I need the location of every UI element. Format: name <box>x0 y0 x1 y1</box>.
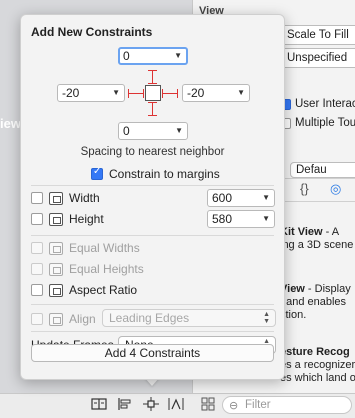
aspect-ratio-label: Aspect Ratio <box>69 283 138 297</box>
equal-heights-label: Equal Heights <box>69 262 144 276</box>
chevron-down-icon[interactable]: ▼ <box>262 211 270 227</box>
right-strut-cap <box>162 89 163 98</box>
multiple-touch-row[interactable]: Multiple Tou <box>280 117 355 129</box>
height-checkbox[interactable] <box>31 213 43 225</box>
bottom-constraint-strut[interactable] <box>152 102 153 116</box>
right-strut-cap <box>177 89 178 98</box>
aspect-ratio-row[interactable]: Aspect Ratio <box>31 283 137 297</box>
align-row: Align <box>31 312 96 326</box>
right-constraint-strut[interactable] <box>162 93 178 94</box>
align-label: Align <box>69 312 96 326</box>
filter-input[interactable]: ⊖ Filter <box>222 396 352 414</box>
equal-heights-checkbox <box>31 263 43 275</box>
constrain-to-margins-label: Constrain to margins <box>109 167 220 181</box>
width-constraint-icon <box>49 191 63 205</box>
left-constraint-strut[interactable] <box>128 93 144 94</box>
chevron-down-icon[interactable]: ▼ <box>262 190 270 206</box>
add-constraints-button[interactable]: Add 4 Constraints <box>31 344 274 362</box>
separator <box>31 304 274 305</box>
user-interaction-label: User Interac <box>295 98 355 110</box>
right-spacing-value: -20 <box>187 86 205 100</box>
top-spacing-field[interactable]: 0 ▼ <box>118 47 188 65</box>
aspect-ratio-icon <box>49 283 63 297</box>
height-label: Height <box>69 212 104 226</box>
equal-heights-icon <box>49 262 63 276</box>
equal-widths-checkbox <box>31 242 43 254</box>
library-grid-icon[interactable] <box>199 397 217 413</box>
content-mode-popup[interactable]: Scale To Fill <box>281 25 355 45</box>
canvas-view-label: iew <box>0 116 21 131</box>
pin-constraints-icon[interactable] <box>142 397 160 413</box>
left-strut-cap <box>128 89 129 98</box>
left-strut-cap <box>143 89 144 98</box>
filter-placeholder: Filter <box>245 399 271 411</box>
align-select-value: Leading Edges <box>109 311 190 325</box>
equal-widths-row: Equal Widths <box>31 241 140 255</box>
spacing-label: Spacing to nearest neighbor <box>80 146 225 158</box>
left-spacing-value: -20 <box>62 86 80 100</box>
equal-widths-icon <box>49 241 63 255</box>
left-spacing-field[interactable]: -20 ▼ <box>57 84 125 102</box>
width-row[interactable]: Width <box>31 191 100 205</box>
width-checkbox[interactable] <box>31 192 43 204</box>
separator <box>31 185 274 186</box>
equal-widths-label: Equal Widths <box>69 241 140 255</box>
chevron-down-icon[interactable]: ▼ <box>175 123 183 139</box>
width-value: 600 <box>212 191 233 205</box>
align-select: Leading Edges ▲ ▼ <box>102 309 276 327</box>
width-label: Width <box>69 191 100 205</box>
bottom-spacing-field[interactable]: 0 ▼ <box>118 122 188 140</box>
constraint-target-view <box>145 85 161 101</box>
code-snippet-library-tab[interactable]: {} <box>300 181 309 196</box>
align-icon[interactable] <box>116 397 134 413</box>
stack-views-icon[interactable] <box>90 397 108 413</box>
inspector-default-popup[interactable]: Defau <box>290 162 355 178</box>
bottom-strut-cap <box>148 102 157 103</box>
bottom-spacing-value: 0 <box>123 124 130 138</box>
align-icon <box>49 312 63 326</box>
chevron-down-icon[interactable]: ▼ <box>237 85 245 101</box>
height-value-field[interactable]: 580 ▼ <box>207 210 275 228</box>
width-value-field[interactable]: 600 ▼ <box>207 189 275 207</box>
resolve-issues-icon[interactable] <box>167 397 185 413</box>
height-constraint-icon <box>49 212 63 226</box>
constrain-to-margins-row[interactable]: Constrain to margins <box>91 166 220 181</box>
library-item[interactable]: View - Display t and enables ction. <box>280 283 355 322</box>
chevron-down-icon[interactable]: ▼ <box>112 85 120 101</box>
add-constraints-popover: Add New Constraints 0 ▼ -20 ▼ -20 ▼ 0 ▼ … <box>20 14 285 380</box>
separator <box>31 235 274 236</box>
updown-chevron-icon: ▲ ▼ <box>263 311 270 325</box>
aspect-ratio-checkbox[interactable] <box>31 284 43 296</box>
multiple-touch-label: Multiple Tou <box>295 117 355 129</box>
library-item[interactable]: Kit View - A ing a 3D scene <box>280 226 355 252</box>
top-constraint-strut[interactable] <box>152 70 153 84</box>
filter-icon: ⊖ <box>229 400 239 412</box>
object-library-tab[interactable]: ◎ <box>330 181 341 197</box>
constrain-to-margins-checkbox[interactable] <box>91 166 103 180</box>
align-checkbox <box>31 313 43 325</box>
library-item[interactable]: esture Recog es a recognizer es which la… <box>280 346 355 385</box>
user-interaction-row[interactable]: User Interac <box>280 98 355 110</box>
top-strut-cap <box>148 70 157 71</box>
separator <box>31 331 274 332</box>
height-value: 580 <box>212 212 233 226</box>
semantic-popup[interactable]: Unspecified <box>281 48 355 68</box>
chevron-down-icon[interactable]: ▼ <box>174 49 182 63</box>
popover-title: Add New Constraints <box>31 25 153 39</box>
bottom-strut-cap <box>148 115 157 116</box>
equal-heights-row: Equal Heights <box>31 262 144 276</box>
height-row[interactable]: Height <box>31 212 104 226</box>
top-spacing-value: 0 <box>123 49 130 63</box>
right-spacing-field[interactable]: -20 ▼ <box>182 84 250 102</box>
top-strut-cap <box>148 83 157 84</box>
